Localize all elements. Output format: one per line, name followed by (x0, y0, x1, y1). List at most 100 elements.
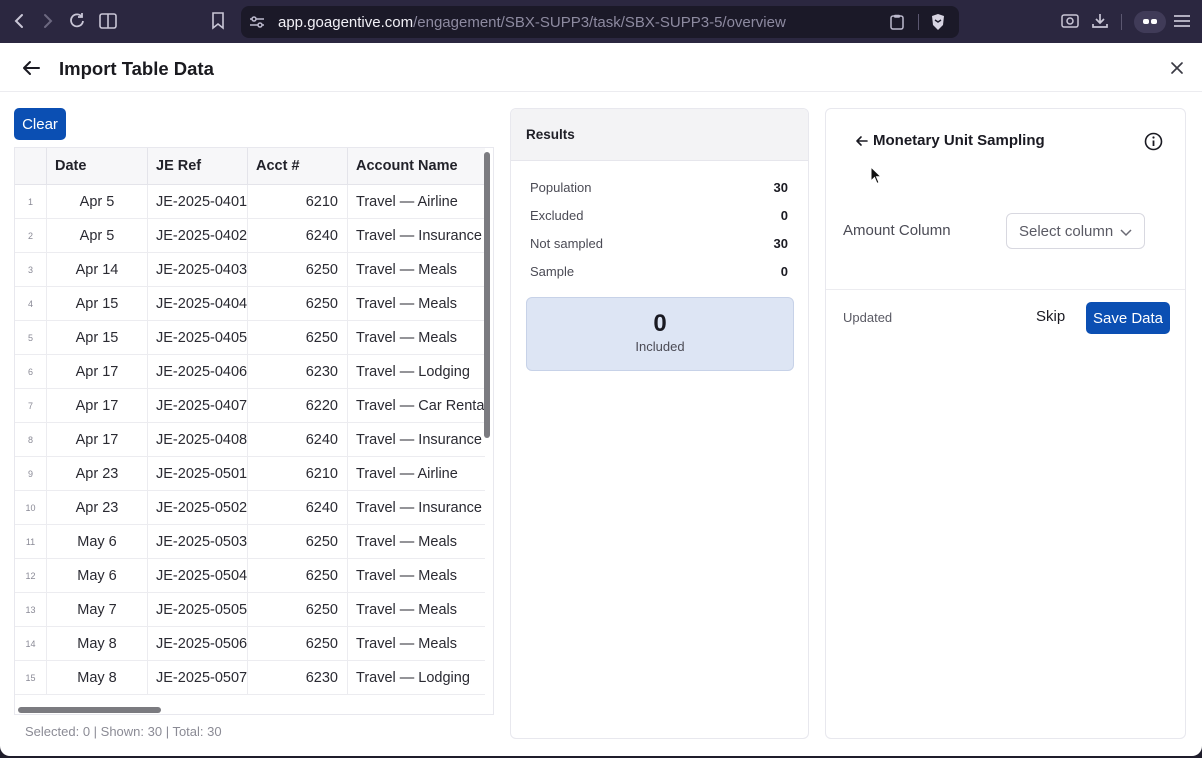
cell-acct: 6240 (248, 491, 348, 525)
cell-acct: 6250 (248, 627, 348, 661)
address-bar[interactable]: app.goagentive.com/engagement/SBX-SUPP3/… (241, 6, 959, 38)
cell-je-ref: JE-2025-0408 (148, 423, 248, 457)
column-header-acct[interactable]: Acct # (248, 148, 348, 185)
table-row[interactable]: 12 May 6 JE-2025-0504 6250 Travel — Meals (15, 559, 485, 593)
download-icon[interactable] (1089, 10, 1111, 32)
updated-label: Updated (843, 310, 893, 325)
stat-value-population: 30 (773, 180, 788, 195)
table-row[interactable]: 4 Apr 15 JE-2025-0404 6250 Travel — Meals (15, 287, 485, 321)
table-row[interactable]: 8 Apr 17 JE-2025-0408 6240 Travel — Insuranc… (15, 423, 485, 457)
amount-column-select[interactable]: Select column (1006, 213, 1145, 249)
row-number: 13 (15, 593, 47, 627)
app-window: Import Table Data Clear Date JE Ref Acct… (0, 43, 1202, 756)
cell-date: Apr 14 (47, 253, 148, 287)
table-row[interactable]: 11 May 6 JE-2025-0503 6250 Travel — Meals (15, 525, 485, 559)
cell-date: May 7 (47, 593, 148, 627)
row-number: 1 (15, 185, 47, 219)
close-icon[interactable] (1168, 59, 1186, 77)
cell-account-name: Travel — Insurance (356, 228, 482, 244)
data-table: Date JE Ref Acct # Account Name 1 Apr 5 JE… (14, 147, 494, 715)
table-row[interactable]: 3 Apr 14 JE-2025-0403 6250 Travel — Meals (15, 253, 485, 287)
cell-account-name: Travel — Meals (356, 296, 457, 312)
table-row[interactable]: 1 Apr 5 JE-2025-0401 6210 Travel — Airline (15, 185, 485, 219)
wallet-icon[interactable] (1134, 11, 1166, 33)
url-host: app.goagentive.com (278, 14, 414, 31)
cell-acct: 6240 (248, 423, 348, 457)
table-row[interactable]: 15 May 8 JE-2025-0507 6230 Travel — Lodging (15, 661, 485, 695)
table-row[interactable]: 7 Apr 17 JE-2025-0407 6220 Travel — Car Rent… (15, 389, 485, 423)
table-row[interactable]: 9 Apr 23 JE-2025-0501 6210 Travel — Airline (15, 457, 485, 491)
stat-label-not-sampled: Not sampled (530, 236, 603, 251)
cell-account-name: Travel — Lodging (356, 364, 470, 380)
cell-date: Apr 5 (47, 185, 148, 219)
vertical-scrollbar[interactable] (484, 152, 490, 438)
cell-acct: 6210 (248, 457, 348, 491)
cell-account-name: Travel — Meals (356, 330, 457, 346)
cell-je-ref: JE-2025-0401 (148, 185, 248, 219)
cell-acct: 6250 (248, 525, 348, 559)
stat-value-not-sampled: 30 (773, 236, 788, 251)
included-label: Included (635, 339, 685, 354)
table-status: Selected: 0 | Shown: 30 | Total: 30 (25, 724, 222, 739)
cell-acct: 6250 (248, 559, 348, 593)
stat-value-excluded: 0 (780, 208, 788, 223)
column-header-date[interactable]: Date (47, 148, 148, 185)
chevron-down-icon (1120, 229, 1132, 237)
cell-account-name: Travel — Meals (356, 262, 457, 278)
back-icon[interactable] (8, 10, 30, 32)
horizontal-scrollbar[interactable] (18, 707, 161, 713)
bookmark-icon[interactable] (207, 10, 229, 32)
screenshot-icon[interactable] (1059, 10, 1081, 32)
table-row[interactable]: 10 Apr 23 JE-2025-0502 6240 Travel — Insuran… (15, 491, 485, 525)
cell-account-name: Travel — Meals (356, 602, 457, 618)
cell-date: May 8 (47, 627, 148, 661)
clear-button[interactable]: Clear (14, 108, 66, 140)
clipboard-icon[interactable] (888, 13, 906, 31)
cell-date: Apr 23 (47, 491, 148, 525)
cell-acct: 6240 (248, 219, 348, 253)
table-row[interactable]: 2 Apr 5 JE-2025-0402 6240 Travel — Insurance (15, 219, 485, 253)
cell-je-ref: JE-2025-0406 (148, 355, 248, 389)
sampling-title[interactable]: Monetary Unit Sampling (873, 132, 1045, 149)
cell-je-ref: JE-2025-0403 (148, 253, 248, 287)
brave-shield-icon[interactable] (929, 13, 947, 31)
row-number: 12 (15, 559, 47, 593)
back-arrow-small-icon[interactable] (855, 134, 869, 148)
info-icon[interactable] (1144, 132, 1163, 151)
column-header-je-ref[interactable]: JE Ref (148, 148, 248, 185)
cell-acct: 6230 (248, 661, 348, 695)
row-number: 11 (15, 525, 47, 559)
table-row[interactable]: 14 May 8 JE-2025-0506 6250 Travel — Meals (15, 627, 485, 661)
row-number: 6 (15, 355, 47, 389)
cell-account-name: Travel — Meals (356, 636, 457, 652)
url-text[interactable]: app.goagentive.com/engagement/SBX-SUPP3/… (278, 14, 786, 31)
cell-acct: 6210 (248, 185, 348, 219)
amount-column-label: Amount Column (843, 222, 951, 239)
cell-je-ref: JE-2025-0407 (148, 389, 248, 423)
forward-icon[interactable] (37, 10, 59, 32)
table-row[interactable]: 6 Apr 17 JE-2025-0406 6230 Travel — Lodging (15, 355, 485, 389)
reload-icon[interactable] (66, 10, 88, 32)
cell-date: Apr 17 (47, 423, 148, 457)
site-settings-icon[interactable] (248, 13, 266, 31)
table-row[interactable]: 5 Apr 15 JE-2025-0405 6250 Travel — Meals (15, 321, 485, 355)
skip-button[interactable]: Skip (1036, 308, 1065, 325)
back-arrow-icon[interactable] (20, 57, 42, 79)
save-data-button[interactable]: Save Data (1086, 302, 1170, 334)
cell-account-name: Travel — Airline (356, 466, 458, 482)
cell-je-ref: JE-2025-0405 (148, 321, 248, 355)
cell-account-name: Travel — Meals (356, 568, 457, 584)
row-number: 5 (15, 321, 47, 355)
cell-account-name: Travel — Meals (356, 534, 457, 550)
menu-icon[interactable] (1171, 10, 1193, 32)
browser-toolbar: app.goagentive.com/engagement/SBX-SUPP3/… (0, 0, 1202, 43)
sidebar-icon[interactable] (97, 10, 119, 32)
stat-label-sample: Sample (530, 264, 575, 279)
stat-label-population: Population (530, 180, 592, 195)
column-header-account-name[interactable]: Account Name (348, 148, 485, 185)
cell-acct: 6250 (248, 287, 348, 321)
cell-je-ref: JE-2025-0504 (148, 559, 248, 593)
table-row[interactable]: 13 May 7 JE-2025-0505 6250 Travel — Meals (15, 593, 485, 627)
cell-date: Apr 5 (47, 219, 148, 253)
row-number: 14 (15, 627, 47, 661)
